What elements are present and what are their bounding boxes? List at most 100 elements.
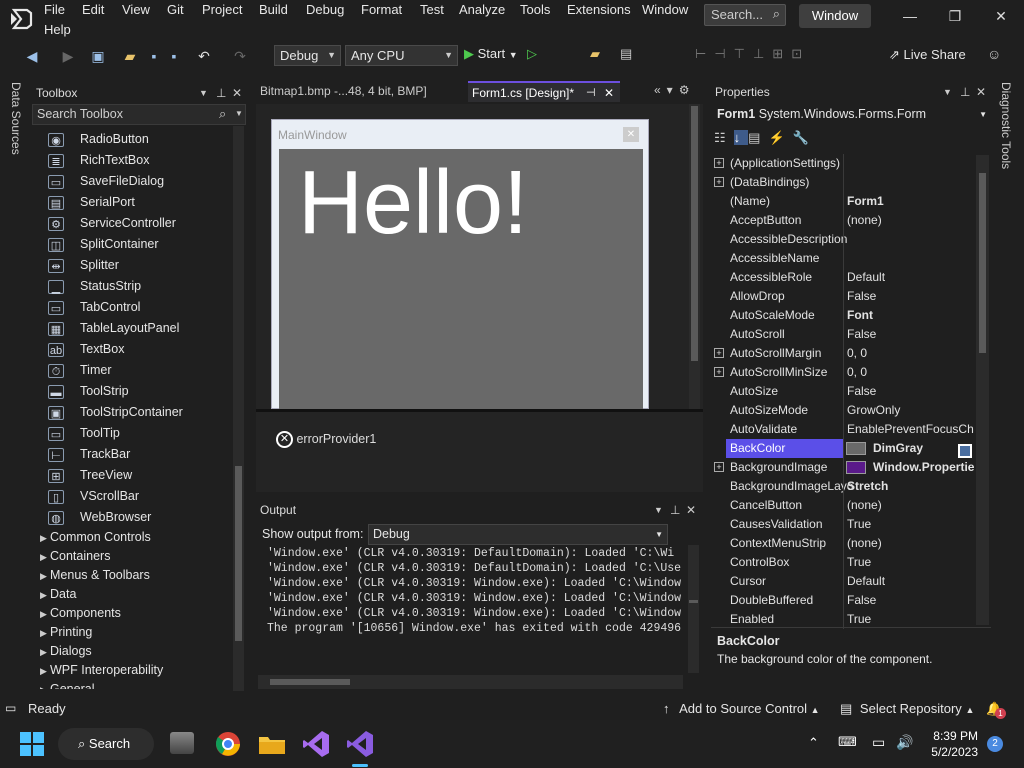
volume-icon[interactable]: 🔊 xyxy=(896,734,913,751)
toolbox-item[interactable]: ⚙ ServiceController xyxy=(48,213,228,234)
menu-git[interactable]: Git xyxy=(167,0,184,20)
property-value[interactable]: GrowOnly xyxy=(847,401,974,420)
property-value[interactable]: Stretch xyxy=(847,477,974,496)
close-window-button[interactable]: ✕ xyxy=(986,6,1016,26)
toolbox-group[interactable]: ▶ WPF Interoperability xyxy=(40,661,163,680)
menu-tools[interactable]: Tools xyxy=(520,0,550,20)
toolbox-scrollbar[interactable] xyxy=(233,126,244,691)
menu-window[interactable]: Window xyxy=(642,0,688,20)
output-source-select[interactable]: Debug ▼ xyxy=(368,524,668,545)
property-row[interactable]: ContextMenuStrip (none) xyxy=(712,534,974,553)
tab-overflow-icons[interactable]: «▾⚙ xyxy=(654,83,695,97)
folder-icon[interactable]: ▰ xyxy=(590,46,600,62)
toolbox-item[interactable]: ▭ TabControl xyxy=(48,297,228,318)
designer-scrollbar[interactable] xyxy=(689,104,700,409)
toolbox-item[interactable]: ◫ SplitContainer xyxy=(48,234,228,255)
expand-icon[interactable]: + xyxy=(714,158,724,168)
close-icon[interactable]: ✕ xyxy=(604,83,614,104)
toolbox-item[interactable]: ⊢ TrackBar xyxy=(48,444,228,465)
menu-build[interactable]: Build xyxy=(259,0,288,20)
close-icon[interactable]: ✕ xyxy=(232,82,242,104)
windows-start-icon[interactable] xyxy=(16,728,48,760)
property-row[interactable]: + (ApplicationSettings) xyxy=(712,154,974,173)
menu-test[interactable]: Test xyxy=(420,0,444,20)
property-row[interactable]: AccessibleName xyxy=(712,249,974,268)
menu-format[interactable]: Format xyxy=(361,0,402,20)
property-row[interactable]: AutoSizeMode GrowOnly xyxy=(712,401,974,420)
toolbox-group[interactable]: ▶ Dialogs xyxy=(40,642,92,661)
select-repository-button[interactable]: ▤ Select Repository ▲ xyxy=(840,697,974,722)
toolbox-item[interactable]: ▯ VScrollBar xyxy=(48,486,228,507)
properties-object-selector[interactable]: Form1 System.Windows.Forms.Form ▼ xyxy=(712,104,991,125)
property-row[interactable]: + AutoScrollMinSize 0, 0 xyxy=(712,363,974,382)
toolbox-item[interactable]: ▭ ToolTip xyxy=(48,423,228,444)
property-row[interactable]: CancelButton (none) xyxy=(712,496,974,515)
close-icon[interactable]: ✕ xyxy=(976,81,986,103)
form-window[interactable]: MainWindow ✕ Hello! xyxy=(271,119,649,410)
live-share-button[interactable]: ⇗ Live Share xyxy=(889,47,966,63)
property-value[interactable]: Default xyxy=(847,572,974,591)
output-hscrollbar[interactable] xyxy=(258,675,683,689)
expand-icon[interactable]: + xyxy=(714,462,724,472)
property-value[interactable]: False xyxy=(847,591,974,610)
expand-icon[interactable]: + xyxy=(714,367,724,377)
expand-icon[interactable]: + xyxy=(714,177,724,187)
toolbox-item[interactable]: ▤ SerialPort xyxy=(48,192,228,213)
property-row[interactable]: BackColor DimGray xyxy=(712,439,974,458)
network-icon[interactable]: ▭ xyxy=(872,734,885,751)
start-without-debugging-icon[interactable]: ▷ xyxy=(527,46,537,62)
property-value[interactable]: False xyxy=(847,382,974,401)
property-row[interactable]: AccessibleRole Default xyxy=(712,268,974,287)
property-row[interactable]: AutoScroll False xyxy=(712,325,974,344)
property-value[interactable]: False xyxy=(847,287,974,306)
property-row[interactable]: AllowDrop False xyxy=(712,287,974,306)
form-client-area[interactable]: Hello! xyxy=(279,149,643,410)
property-value[interactable]: Font xyxy=(847,306,974,325)
property-row[interactable]: AutoSize False xyxy=(712,382,974,401)
property-row[interactable]: AccessibleDescription xyxy=(712,230,974,249)
tab-form-design[interactable]: Form1.cs [Design]* ⊣ ✕ xyxy=(468,81,620,102)
properties-scroll-thumb[interactable] xyxy=(979,173,986,353)
taskbar-search-button[interactable]: ⌕ Search xyxy=(58,728,154,760)
close-icon[interactable]: ✕ xyxy=(686,499,696,521)
save-icon[interactable]: ▪ xyxy=(146,48,162,64)
navigate-back-icon[interactable]: ◀ xyxy=(24,48,40,64)
navigate-forward-icon[interactable]: ▶ xyxy=(60,48,76,64)
property-value[interactable]: True xyxy=(847,553,974,572)
feedback-icon[interactable]: ☺ xyxy=(987,46,1001,62)
toolbox-group[interactable]: ▶ Printing xyxy=(40,623,92,642)
toolbox-group[interactable]: ▶ Data xyxy=(40,585,76,604)
property-row[interactable]: + (DataBindings) xyxy=(712,173,974,192)
hello-label[interactable]: Hello! xyxy=(298,153,528,253)
chrome-icon[interactable] xyxy=(212,728,244,760)
menu-help[interactable]: Help xyxy=(44,20,71,40)
maximize-button[interactable]: ❐ xyxy=(940,6,970,26)
toolbox-item[interactable]: ⇹ Splitter xyxy=(48,255,228,276)
visual-studio-preview-icon[interactable] xyxy=(300,728,332,760)
property-row[interactable]: + BackgroundImage Window.Properties.Resour… xyxy=(712,458,974,477)
solution-title[interactable]: Window xyxy=(799,4,871,28)
solution-platform-select[interactable]: Any CPU ▼ xyxy=(345,45,458,66)
save-all-icon[interactable]: ▪ xyxy=(166,48,182,64)
property-row[interactable]: DoubleBuffered False xyxy=(712,591,974,610)
property-pages-icon[interactable]: 🔧 xyxy=(793,130,817,145)
toolbox-item[interactable]: ▦ TableLayoutPanel xyxy=(48,318,228,339)
menu-analyze[interactable]: Analyze xyxy=(459,0,505,20)
toolbox-group[interactable]: ▶ Components xyxy=(40,604,121,623)
property-row[interactable]: (Name) Form1 xyxy=(712,192,974,211)
toolbox-item[interactable]: ▁ StatusStrip xyxy=(48,276,228,297)
start-debugging-button[interactable]: ▶ Start ▼ xyxy=(464,46,518,62)
toolbox-group[interactable]: ▶ Common Controls xyxy=(40,528,151,547)
menu-extensions[interactable]: Extensions xyxy=(567,0,631,20)
undo-icon[interactable]: ↶ xyxy=(196,48,212,64)
clock[interactable]: 8:39 PM 5/2/2023 xyxy=(928,728,978,760)
property-value[interactable]: Default xyxy=(847,268,974,287)
toolbox-scroll-thumb[interactable] xyxy=(235,466,242,641)
notification-center-badge[interactable]: 2 xyxy=(987,736,1003,752)
toolbox-item[interactable]: ab TextBox xyxy=(48,339,228,360)
properties-scrollbar[interactable] xyxy=(976,155,989,625)
output-vscrollbar[interactable] xyxy=(688,545,699,673)
toolbox-search-input[interactable]: Search Toolbox ⌕ ▼ xyxy=(32,104,246,125)
keyboard-icon[interactable]: ⌨ xyxy=(838,734,857,750)
property-row[interactable]: + AutoScrollMargin 0, 0 xyxy=(712,344,974,363)
